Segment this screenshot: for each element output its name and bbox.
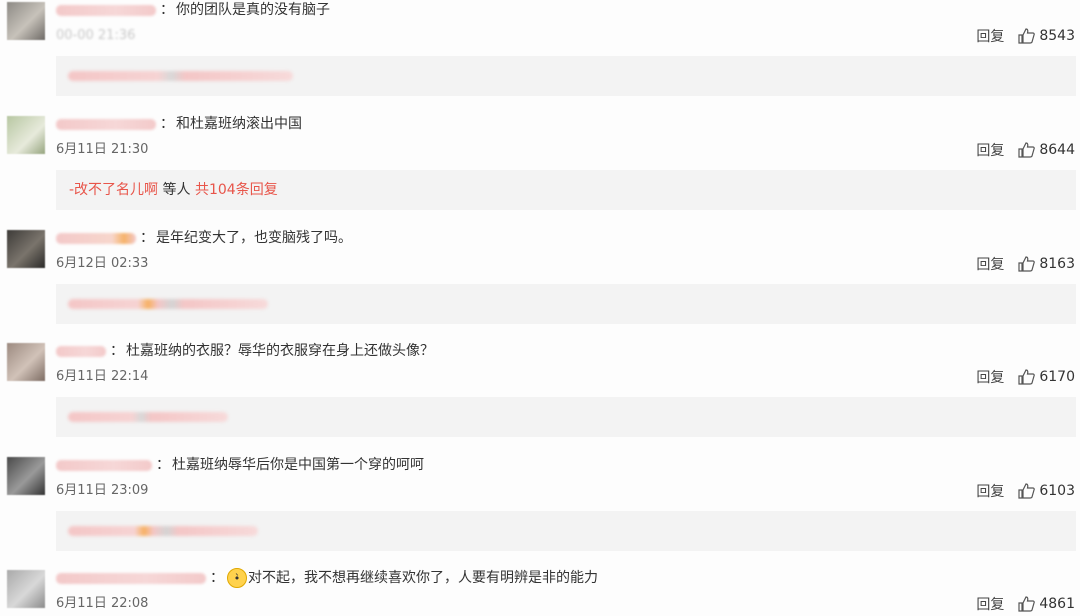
comment-text: 和杜嘉班纳滚出中国 xyxy=(176,116,302,132)
timestamp: 6月12日 02:33 xyxy=(56,256,149,271)
like-count: 8644 xyxy=(1039,142,1075,158)
timestamp-blurred: 00-00 21:36 xyxy=(56,28,136,43)
username-blurred[interactable] xyxy=(56,459,152,471)
like-button[interactable]: 6170 xyxy=(1018,369,1075,385)
comment-header: ： 杜嘉班纳的衣服？辱华的衣服穿在身上还做头像？ xyxy=(56,341,434,361)
separator: ： xyxy=(110,343,124,359)
reply-preview-box[interactable] xyxy=(56,56,1076,96)
thumbs-up-icon xyxy=(1018,28,1036,44)
avatar[interactable] xyxy=(7,116,45,154)
comment-text: 杜嘉班纳的衣服？辱华的衣服穿在身上还做头像？ xyxy=(126,343,434,359)
reply-count-link[interactable]: 共104条回复 xyxy=(195,182,278,198)
like-button[interactable]: 8163 xyxy=(1018,256,1075,272)
separator: ： xyxy=(210,570,224,586)
like-count: 8163 xyxy=(1039,256,1075,272)
reply-preview-box[interactable] xyxy=(56,284,1076,324)
comment-actions: 回复 4861 xyxy=(976,594,1075,614)
like-button[interactable]: 6103 xyxy=(1018,483,1075,499)
comment-header: ： •̀ 对不起，我不想再继续喜欢你了，人要有明辨是非的能力 xyxy=(56,568,598,588)
reply-middle-text: 等人 xyxy=(158,182,195,198)
sad-face-emoji-icon: •̀ xyxy=(227,568,247,588)
comment-actions: 回复 8543 xyxy=(976,26,1075,46)
blurred-replies xyxy=(68,299,268,309)
comment-text: 你的团队是真的没有脑子 xyxy=(176,2,330,18)
reply-preview-box[interactable]: -改不了名儿啊 等人 共104条回复 xyxy=(56,170,1076,210)
thumbs-up-icon xyxy=(1018,369,1036,385)
comment-header: ： 你的团队是真的没有脑子 xyxy=(56,0,330,20)
timestamp: 6月11日 22:08 xyxy=(56,596,149,611)
comment-actions: 回复 6103 xyxy=(976,481,1075,501)
timestamp: 6月11日 23:09 xyxy=(56,483,149,498)
like-count: 6170 xyxy=(1039,369,1075,385)
comment-header: ： 是年纪变大了，也变脑残了吗。 xyxy=(56,228,352,248)
reply-button[interactable]: 回复 xyxy=(976,481,1004,501)
separator: ： xyxy=(160,2,174,18)
reply-button[interactable]: 回复 xyxy=(976,140,1004,160)
reply-button[interactable]: 回复 xyxy=(976,594,1004,614)
username-blurred[interactable] xyxy=(56,345,106,357)
avatar[interactable] xyxy=(7,230,45,268)
thumbs-up-icon xyxy=(1018,596,1036,612)
comment-text: 对不起，我不想再继续喜欢你了，人要有明辨是非的能力 xyxy=(248,570,598,586)
comment-text: 是年纪变大了，也变脑残了吗。 xyxy=(156,230,352,246)
avatar[interactable] xyxy=(7,457,45,495)
like-button[interactable]: 4861 xyxy=(1018,596,1075,612)
avatar[interactable] xyxy=(7,570,45,608)
thumbs-up-icon xyxy=(1018,256,1036,272)
thumbs-up-icon xyxy=(1018,142,1036,158)
blurred-replies xyxy=(68,71,293,81)
reply-button[interactable]: 回复 xyxy=(976,367,1004,387)
timestamp: 6月11日 21:30 xyxy=(56,142,149,157)
comment-header: ： 杜嘉班纳辱华后你是中国第一个穿的呵呵 xyxy=(56,455,424,475)
avatar[interactable] xyxy=(7,343,45,381)
reply-user-link[interactable]: -改不了名儿啊 xyxy=(69,182,158,198)
separator: ： xyxy=(160,116,174,132)
username-blurred[interactable] xyxy=(56,572,206,584)
comment-actions: 回复 6170 xyxy=(976,367,1075,387)
like-count: 6103 xyxy=(1039,483,1075,499)
like-button[interactable]: 8543 xyxy=(1018,28,1075,44)
reply-button[interactable]: 回复 xyxy=(976,254,1004,274)
separator: ： xyxy=(140,230,154,246)
reply-button[interactable]: 回复 xyxy=(976,26,1004,46)
like-count: 4861 xyxy=(1039,596,1075,612)
username-blurred[interactable] xyxy=(56,232,136,244)
comment-text: 杜嘉班纳辱华后你是中国第一个穿的呵呵 xyxy=(172,457,424,473)
thumbs-up-icon xyxy=(1018,483,1036,499)
comment-actions: 回复 8644 xyxy=(976,140,1075,160)
comment-actions: 回复 8163 xyxy=(976,254,1075,274)
reply-preview-box[interactable] xyxy=(56,397,1076,437)
like-button[interactable]: 8644 xyxy=(1018,142,1075,158)
blurred-replies xyxy=(68,412,228,422)
like-count: 8543 xyxy=(1039,28,1075,44)
reply-preview-box[interactable] xyxy=(56,511,1076,551)
separator: ： xyxy=(156,457,170,473)
blurred-replies xyxy=(68,526,258,536)
comment-header: ： 和杜嘉班纳滚出中国 xyxy=(56,114,302,134)
reply-summary: -改不了名儿啊 等人 共104条回复 xyxy=(69,170,278,210)
avatar[interactable] xyxy=(7,2,45,40)
timestamp: 6月11日 22:14 xyxy=(56,369,149,384)
username-blurred[interactable] xyxy=(56,118,156,130)
username-blurred[interactable] xyxy=(56,4,156,16)
